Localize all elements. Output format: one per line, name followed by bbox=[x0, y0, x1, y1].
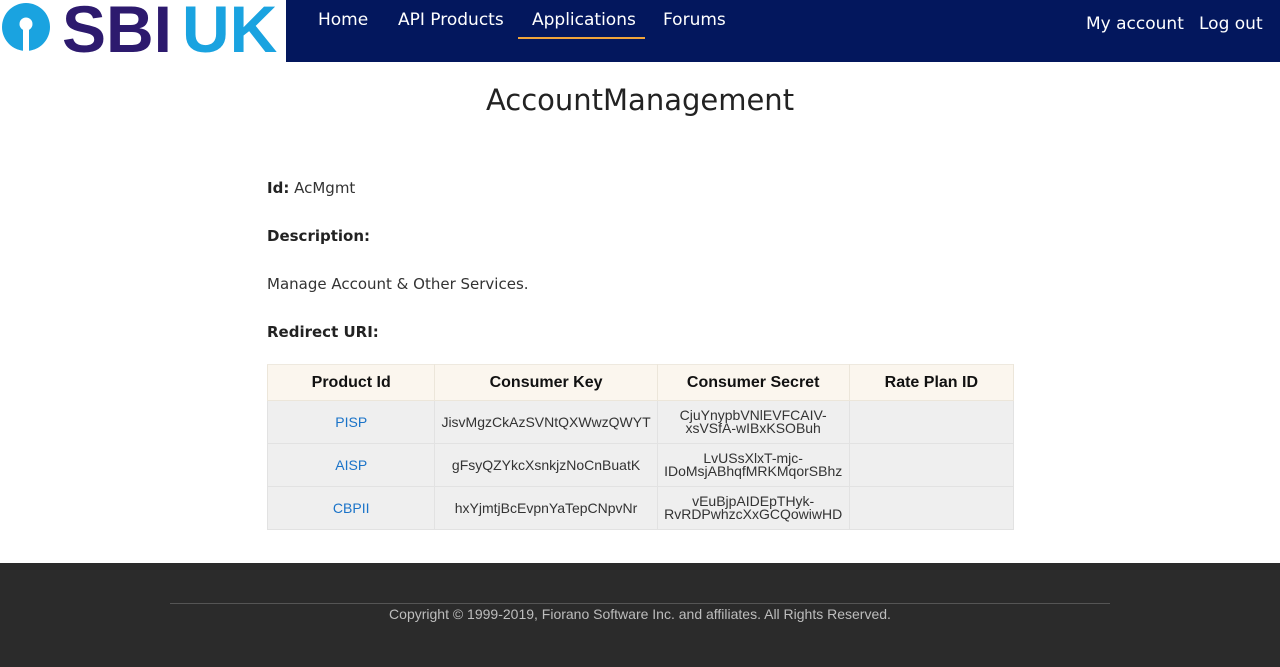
consumer-secret-line: RvRDPwhzcXxGCQowiwHD bbox=[664, 506, 843, 522]
top-navbar: SBI UK Home API Products Applications Fo… bbox=[0, 0, 1280, 62]
nav-home[interactable]: Home bbox=[318, 8, 368, 32]
app-id-field: Id: AcMgmt bbox=[267, 178, 355, 198]
description-label-row: Description: bbox=[267, 226, 370, 246]
rate-plan-id bbox=[848, 486, 1015, 530]
product-id-link[interactable]: CBPII bbox=[266, 486, 436, 530]
product-id-link[interactable]: AISP bbox=[266, 443, 436, 487]
consumer-key: hxYjmtjBcEvpnYaTepCNpvNr bbox=[434, 486, 658, 530]
consumer-secret: CjuYnypbVNlEVFCAIV- xsVSfA-wIBxKSOBuh bbox=[656, 400, 850, 444]
consumer-secret-line: xsVSfA-wIBxKSOBuh bbox=[685, 420, 821, 436]
logo-text-uk: UK bbox=[182, 0, 278, 62]
page-title: AccountManagement bbox=[485, 83, 795, 117]
logo-text-sbi: SBI bbox=[62, 0, 172, 62]
consumer-key: JisvMgzCkAzSVNtQXWwzQWYT bbox=[434, 400, 658, 444]
table-row: PISP JisvMgzCkAzSVNtQXWwzQWYT CjuYnypbVN… bbox=[266, 400, 1015, 444]
my-account-link[interactable]: My account bbox=[1086, 12, 1184, 36]
app-id-value: AcMgmt bbox=[294, 179, 356, 197]
nav-forums[interactable]: Forums bbox=[663, 8, 726, 32]
footer-copyright: Copyright © 1999-2019, Fiorano Software … bbox=[389, 606, 891, 622]
log-out-link[interactable]: Log out bbox=[1199, 12, 1263, 36]
table-header-row: Product Id Consumer Key Consumer Secret … bbox=[266, 364, 1015, 401]
header-consumer-secret: Consumer Secret bbox=[656, 364, 850, 401]
header-rate-plan-id: Rate Plan ID bbox=[848, 364, 1015, 401]
table-row: AISP gFsyQZYkcXsnkjzNoCnBuatK LvUSsXlxT-… bbox=[266, 443, 1015, 487]
rate-plan-id bbox=[848, 400, 1015, 444]
redirect-uri-label-row: Redirect URI: bbox=[267, 322, 379, 342]
header-product-id: Product Id bbox=[266, 364, 436, 401]
consumer-secret-line: IDoMsjABhqfMRKMqorSBhz bbox=[664, 463, 843, 479]
consumer-secret: vEuBjpAIDEpTHyk- RvRDPwhzcXxGCQowiwHD bbox=[656, 486, 850, 530]
product-id-link[interactable]: PISP bbox=[266, 400, 436, 444]
footer: Copyright © 1999-2019, Fiorano Software … bbox=[0, 563, 1280, 667]
description-value: Manage Account & Other Services. bbox=[267, 275, 529, 293]
sbi-uk-logo[interactable]: SBI UK bbox=[0, 0, 286, 62]
app-id-label: Id: bbox=[267, 179, 290, 197]
description-label: Description: bbox=[267, 227, 371, 245]
active-nav-indicator bbox=[518, 37, 645, 39]
sbi-logo-icon: SBI UK bbox=[2, 0, 278, 62]
table-row: CBPII hxYjmtjBcEvpnYaTepCNpvNr vEuBjpAID… bbox=[266, 486, 1015, 530]
nav-api-products[interactable]: API Products bbox=[398, 8, 504, 32]
redirect-uri-label: Redirect URI: bbox=[267, 323, 379, 341]
products-table: Product Id Consumer Key Consumer Secret … bbox=[266, 364, 1015, 530]
nav-applications[interactable]: Applications bbox=[532, 8, 636, 32]
header-consumer-key: Consumer Key bbox=[434, 364, 658, 401]
consumer-secret: LvUSsXlxT-mjc- IDoMsjABhqfMRKMqorSBhz bbox=[656, 443, 850, 487]
consumer-key: gFsyQZYkcXsnkjzNoCnBuatK bbox=[434, 443, 658, 487]
rate-plan-id bbox=[848, 443, 1015, 487]
